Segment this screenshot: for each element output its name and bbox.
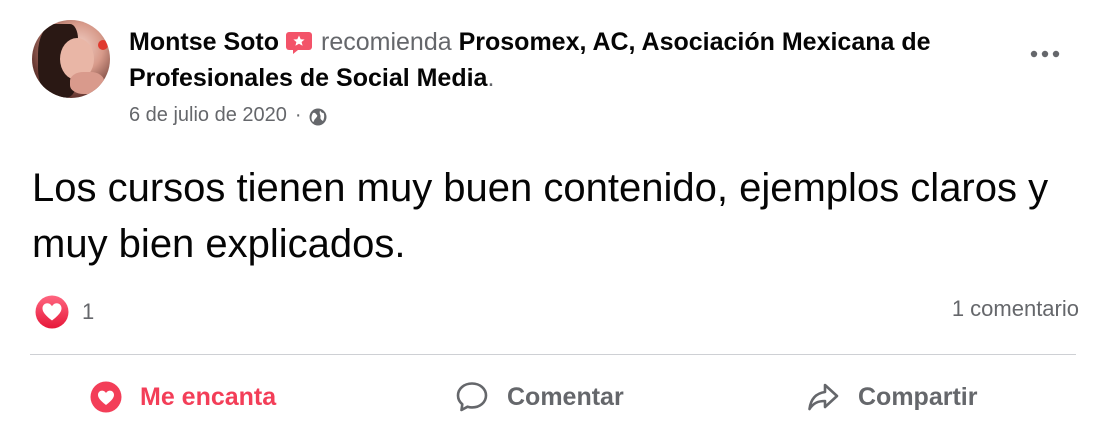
post-date[interactable]: 6 de julio de 2020 — [129, 104, 287, 127]
share-arrow-icon — [808, 383, 839, 411]
reactions-summary[interactable]: 1 — [32, 292, 94, 332]
author-avatar[interactable] — [32, 20, 110, 98]
recommend-text: recomienda — [321, 28, 452, 56]
reaction-count: 1 — [82, 299, 95, 324]
action-divider — [30, 354, 1076, 355]
comment-button[interactable]: Comentar — [455, 374, 624, 420]
recommend-star-icon — [285, 29, 313, 55]
globe-icon — [309, 108, 327, 126]
avatar-accessory — [98, 40, 108, 50]
post-body: Los cursos tienen muy buen contenido, ej… — [32, 166, 1049, 266]
love-icon — [90, 381, 122, 413]
comments-count[interactable]: 1 comentario — [952, 296, 1079, 322]
love-reaction-icon — [33, 293, 71, 331]
author-name[interactable]: Montse Soto — [129, 28, 279, 56]
more-options-icon[interactable] — [1028, 44, 1062, 64]
share-button[interactable]: Compartir — [806, 374, 977, 420]
love-button-label: Me encanta — [140, 382, 277, 411]
avatar-hand — [70, 72, 104, 94]
header-period: . — [487, 64, 495, 92]
post-meta: 6 de julio de 2020 · — [129, 103, 328, 127]
meta-separator: · — [294, 103, 302, 126]
love-button[interactable]: Me encanta — [90, 374, 276, 420]
comment-button-label: Comentar — [507, 382, 624, 411]
share-button-label: Compartir — [858, 382, 978, 411]
post-header: Montse Soto recomienda Prosomex, AC, Asoc… — [129, 24, 969, 96]
comment-icon — [456, 382, 488, 412]
